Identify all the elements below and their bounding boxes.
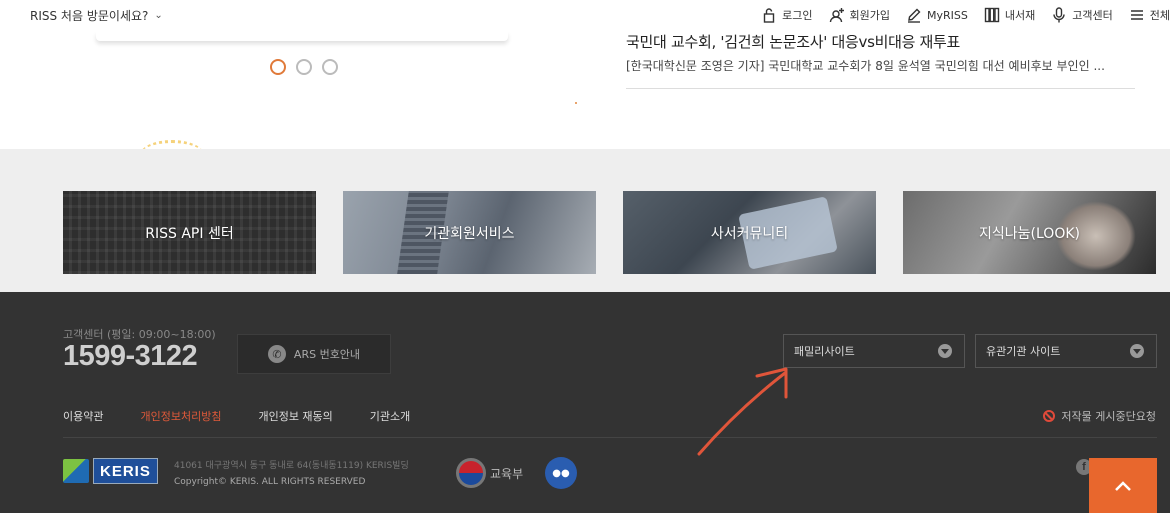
caret-down-icon — [938, 344, 952, 358]
privacy-policy-link[interactable]: 개인정보처리방침 — [140, 408, 221, 424]
takedown-request-link[interactable]: 저작물 게시중단요청 — [1043, 408, 1156, 424]
signup-link[interactable]: 회원가입 — [829, 7, 890, 23]
footer-address-block: 41061 대구광역시 동구 동내로 64(동내동1119) KERIS빌딩 C… — [174, 458, 409, 490]
slide-dot-1[interactable] — [270, 59, 286, 75]
customer-center-link[interactable]: 고객센터 — [1051, 7, 1113, 23]
footer-copyright: Copyright© KERIS. ALL RIGHTS RESERVED — [174, 477, 366, 487]
scroll-to-top-button[interactable] — [1089, 458, 1157, 513]
chevron-up-icon — [1115, 480, 1131, 491]
privacy-reconsent-link[interactable]: 개인정보 재동의 — [258, 408, 332, 424]
news-description[interactable]: [한국대학신문 조영은 기자] 국민대학교 교수회가 8일 윤석열 국민의힘 대… — [626, 57, 1126, 74]
terms-link[interactable]: 이용약관 — [63, 408, 103, 424]
books-icon — [984, 7, 1000, 23]
slide-card — [96, 32, 508, 41]
moe-label: 교육부 — [490, 466, 524, 481]
ars-guide-button[interactable]: ✆ ARS 번호안내 — [237, 334, 391, 374]
institution-service-banner[interactable]: 기관회원서비스 — [343, 191, 596, 274]
institution-service-label: 기관회원서비스 — [424, 225, 515, 242]
news-divider — [626, 88, 1135, 89]
service-banners: RISS API 센터 기관회원서비스 사서커뮤니티 지식나눔(LOOK) — [0, 149, 1170, 292]
librarian-community-label: 사서커뮤니티 — [710, 225, 789, 242]
related-site-label: 유관기관 사이트 — [986, 345, 1061, 358]
slide-pagination — [270, 59, 338, 75]
footer-links: 이용약관 개인정보처리방침 개인정보 재동의 기관소개 — [63, 408, 447, 424]
top-bar: RISS 처음 방문이세요? ⌄ 로그인 회원가입 MyRISS 내서재 고객센… — [0, 0, 1170, 32]
phone-icon: ✆ — [267, 345, 286, 363]
slide-dot-2[interactable] — [296, 59, 312, 75]
family-site-label: 패밀리사이트 — [794, 345, 855, 358]
customer-center-phone: 1599-3122 — [63, 340, 198, 372]
family-site-select[interactable]: 패밀리사이트 — [783, 334, 965, 368]
signup-label: 회원가입 — [849, 9, 891, 22]
first-visit-label: RISS 처음 방문이세요? — [30, 9, 149, 23]
login-label: 로그인 — [782, 9, 813, 22]
all-menu-label: 전체 — [1149, 9, 1170, 22]
page: RISS 처음 방문이세요? ⌄ 로그인 회원가입 MyRISS 내서재 고객센… — [0, 0, 1170, 513]
top-menu: 로그인 회원가입 MyRISS 내서재 고객센터 전체 — [761, 5, 1170, 25]
people-icon: ●● — [552, 467, 570, 479]
prohibited-icon — [1043, 410, 1056, 422]
decorative-dot — [575, 102, 577, 104]
taeguk-icon — [456, 458, 486, 488]
pencil-icon — [908, 8, 921, 23]
myriss-label: MyRISS — [927, 8, 968, 22]
related-site-select[interactable]: 유관기관 사이트 — [975, 334, 1157, 368]
login-link[interactable]: 로그인 — [761, 7, 813, 23]
my-library-label: 내서재 — [1004, 9, 1036, 22]
ars-guide-label: ARS 번호안내 — [293, 348, 361, 361]
keris-logo: KERIS — [63, 458, 158, 484]
caret-down-icon — [1130, 344, 1144, 358]
about-link[interactable]: 기관소개 — [370, 408, 410, 424]
my-library-link[interactable]: 내서재 — [984, 7, 1035, 23]
footer: 고객센터 (평일: 09:00~18:00) 1599-3122 ✆ ARS 번… — [0, 292, 1170, 513]
lock-icon — [763, 8, 775, 23]
decorative-sun — [140, 140, 204, 149]
chevron-down-icon: ⌄ — [154, 10, 163, 21]
footer-address: 41061 대구광역시 동구 동내로 64(동내동1119) KERIS빌딩 — [174, 461, 409, 471]
news-title[interactable]: 국민대 교수회, '김건희 논문조사' 대응vs비대응 재투표 — [626, 32, 960, 52]
riss-api-banner[interactable]: RISS API 센터 — [63, 191, 316, 274]
partner-logo-link[interactable]: ●● — [545, 457, 577, 489]
look-banner[interactable]: 지식나눔(LOOK) — [903, 191, 1156, 274]
footer-divider — [63, 437, 1157, 438]
keris-wordmark: KERIS — [93, 458, 158, 484]
user-plus-icon — [829, 8, 844, 23]
slide-dot-3[interactable] — [322, 59, 338, 75]
moe-logo-link[interactable]: 교육부 — [456, 458, 523, 488]
librarian-community-banner[interactable]: 사서커뮤니티 — [623, 191, 876, 274]
all-menu-link[interactable]: 전체 — [1129, 7, 1170, 23]
customer-center-label: 고객센터 — [1072, 9, 1113, 22]
takedown-request-label: 저작물 게시중단요청 — [1061, 410, 1156, 423]
look-label: 지식나눔(LOOK) — [979, 225, 1080, 242]
myriss-link[interactable]: MyRISS — [906, 7, 968, 23]
first-visit-dropdown[interactable]: RISS 처음 방문이세요? ⌄ — [30, 7, 163, 24]
menu-icon — [1130, 10, 1143, 20]
microphone-icon — [1053, 7, 1065, 23]
keris-mark-icon — [63, 459, 89, 483]
news-area: 국민대 교수회, '김건희 논문조사' 대응vs비대응 재투표 [한국대학신문 … — [0, 32, 1170, 149]
riss-api-label: RISS API 센터 — [145, 225, 234, 242]
